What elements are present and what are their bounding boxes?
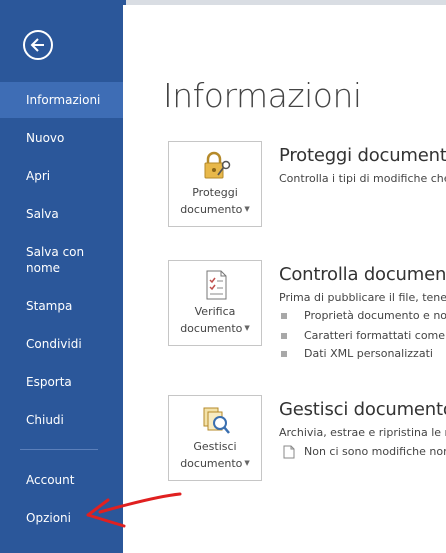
nav-esporta[interactable]: Esporta (0, 374, 123, 390)
nav-condividi[interactable]: Condividi (0, 336, 123, 352)
nav-label: Apri (26, 169, 51, 183)
nav-label: Informazioni (26, 93, 101, 107)
nav-label: Esporta (26, 375, 72, 389)
section-description: Archivia, estrae e ripristina le mo (279, 426, 446, 439)
nav-apri[interactable]: Apri (0, 168, 123, 184)
nav-label: Condividi (26, 337, 82, 351)
nav-opzioni[interactable]: Opzioni (0, 510, 123, 526)
dropdown-caret-icon: ▼ (244, 324, 250, 332)
arrow-left-icon (30, 38, 44, 52)
button-label-line1: Verifica (194, 305, 236, 318)
button-label-line2-wrap: documento ▼ (169, 202, 261, 217)
nav-label: Account (26, 473, 75, 487)
bullet-text: Proprietà documento e nom (304, 309, 446, 322)
button-label-line2-wrap: documento ▼ (169, 456, 261, 471)
protect-document-button[interactable]: Proteggi documento ▼ (168, 141, 262, 227)
section-description: Prima di pubblicare il file, tenere (279, 291, 446, 304)
nav-label: Chiudi (26, 413, 64, 427)
nav-label: Opzioni (26, 511, 71, 525)
nav-stampa[interactable]: Stampa (0, 298, 123, 314)
manage-docs-icon (203, 407, 230, 434)
button-label-line2: documento (180, 203, 243, 216)
lock-key-icon (204, 151, 231, 179)
nav-salva-con-nome[interactable]: Salva con nome (0, 244, 110, 276)
section-note: Non ci sono modifiche non (304, 445, 446, 458)
button-label-line2-wrap: documento ▼ (169, 321, 261, 336)
back-button[interactable] (23, 30, 53, 60)
nav-label: Salva (26, 207, 59, 221)
button-label-line1: Proteggi (192, 186, 238, 199)
bullet-text: Caratteri formattati come t (304, 329, 446, 342)
nav-chiudi[interactable]: Chiudi (0, 412, 123, 428)
document-icon (283, 445, 295, 459)
manage-document-button[interactable]: Gestisci documento ▼ (168, 395, 262, 481)
button-label-line1: Gestisci (193, 440, 237, 453)
section-title: Controlla documento (279, 264, 446, 285)
button-label-line2: documento (180, 457, 243, 470)
dropdown-caret-icon: ▼ (244, 459, 250, 467)
nav-account[interactable]: Account (0, 472, 123, 488)
nav-label: Salva con nome (26, 245, 85, 275)
nav-salva[interactable]: Salva (0, 206, 123, 222)
nav-label: Stampa (26, 299, 73, 313)
section-title: Gestisci documento (279, 399, 446, 420)
bullet-icon (281, 313, 287, 319)
nav-nuovo[interactable]: Nuovo (0, 130, 123, 146)
page-title: Informazioni (163, 76, 362, 115)
inspect-document-button[interactable]: Verifica documento ▼ (168, 260, 262, 346)
checklist-doc-icon (206, 270, 227, 300)
section-title: Proteggi documento (279, 145, 446, 166)
section-description: Controlla i tipi di modifiche che (279, 172, 446, 185)
bullet-icon (281, 333, 287, 339)
button-label-line2: documento (180, 322, 243, 335)
nav-separator (20, 449, 98, 450)
bullet-text: Dati XML personalizzati (304, 347, 433, 360)
bullet-icon (281, 351, 287, 357)
nav-informazioni[interactable]: Informazioni (0, 82, 123, 118)
nav-label: Nuovo (26, 131, 65, 145)
backstage-sidebar: Informazioni Nuovo Apri Salva Salva con … (0, 0, 123, 553)
dropdown-caret-icon: ▼ (244, 205, 250, 213)
